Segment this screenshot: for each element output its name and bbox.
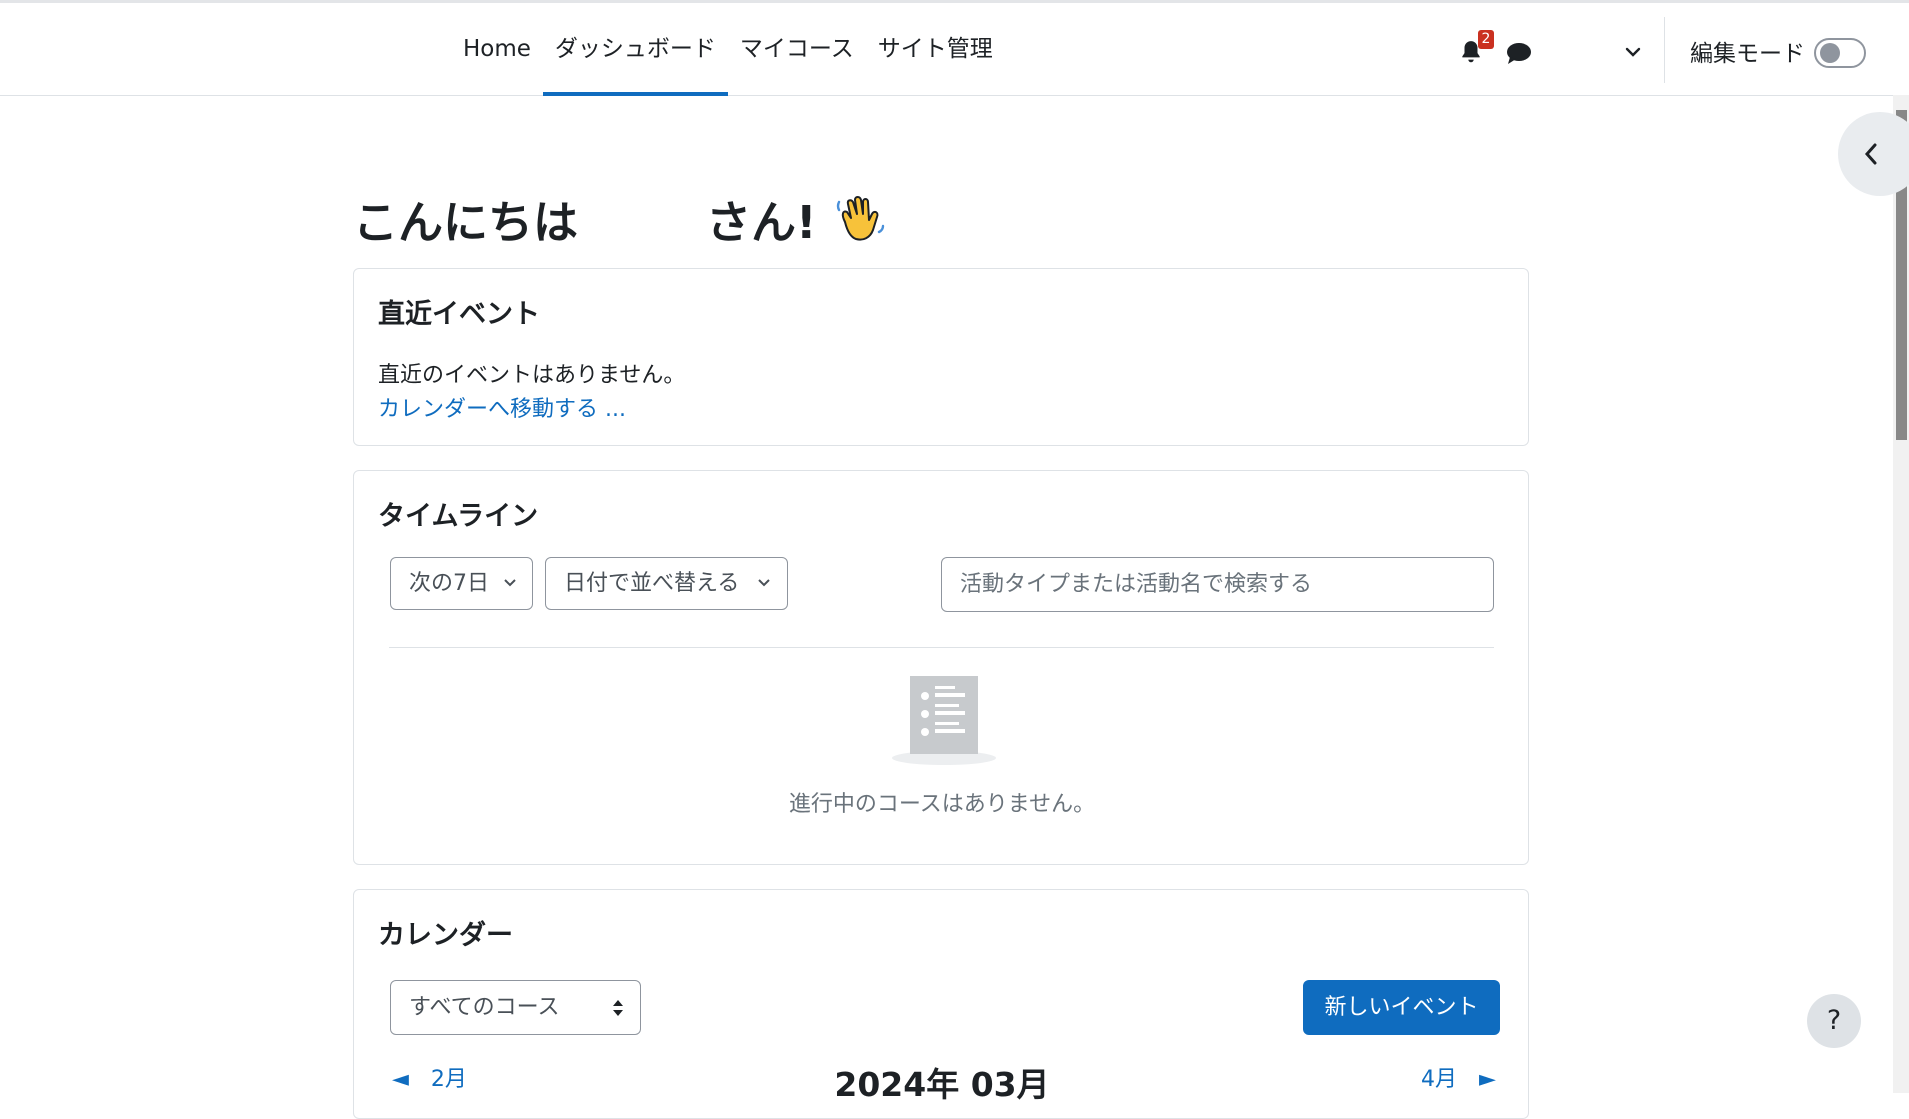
timeline-empty-text: 進行中のコースはありません。 [788,792,1096,817]
chevron-down-icon [504,579,516,587]
greeting-suffix: さん! [706,195,817,249]
waving-hand-icon [836,196,884,241]
upcoming-events-title: 直近イベント [378,299,540,330]
day-filter-dropdown[interactable]: 次の7日 [390,557,533,610]
timeline-search-input[interactable]: 活動タイプまたは活動名で検索する [941,557,1494,612]
upcoming-empty-text: 直近のイベントはありません。 [378,363,686,388]
current-month-heading: 2024年 03月 [834,1065,1050,1104]
nav-dashboard[interactable]: ダッシュボード [542,3,728,96]
timeline-divider [389,647,1494,648]
nav-my-courses[interactable]: マイコース [728,3,866,95]
next-month-link[interactable]: 4月 ► [1421,1061,1496,1093]
greeting-prefix: こんにちは [353,195,579,249]
edit-mode-label: 編集モード [1690,41,1805,67]
chat-bubble-icon[interactable] [1505,40,1533,66]
sort-dropdown[interactable]: 日付で並べ替える [545,557,788,610]
toggle-knob [1820,43,1840,63]
timeline-block: タイムライン 次の7日 日付で並べ替える 活動タイプまたは活動名で検索する 進行… [353,470,1529,865]
notification-count-badge: 2 [1478,30,1494,49]
course-select-value: すべてのコース [409,995,560,1020]
open-block-drawer-button[interactable] [1838,112,1909,196]
calendar-title: カレンダー [378,920,513,951]
sort-label: 日付で並べ替える [564,571,740,596]
course-select[interactable]: すべてのコース [390,980,641,1035]
primary-navbar: Home ダッシュボード マイコース サイト管理 2 編集モード [0,3,1909,96]
chevron-down-icon[interactable] [1622,41,1644,63]
page-title: こんにちは さん! [353,188,887,249]
navbar-divider [1664,17,1665,83]
empty-list-icon [892,676,996,765]
chevron-left-icon [1864,143,1877,165]
new-event-button[interactable]: 新しいイベント [1303,980,1500,1035]
day-filter-label: 次の7日 [409,571,489,596]
sort-arrows-icon [613,1000,623,1016]
timeline-title: タイムライン [378,501,539,532]
calendar-block: カレンダー すべてのコース 新しいイベント ◄ 2月 2024年 03月 4月 … [353,889,1529,1119]
edit-mode-toggle[interactable] [1814,38,1866,68]
upcoming-events-block: 直近イベント 直近のイベントはありません。 カレンダーへ移動する ... [353,268,1529,446]
chevron-down-icon [758,579,770,587]
go-to-calendar-link[interactable]: カレンダーへ移動する ... [378,391,626,423]
primary-navigation: Home ダッシュボード マイコース サイト管理 [451,3,1005,96]
help-button[interactable]: ? [1807,994,1861,1048]
nav-home[interactable]: Home [451,3,543,95]
nav-site-admin[interactable]: サイト管理 [866,3,1005,95]
